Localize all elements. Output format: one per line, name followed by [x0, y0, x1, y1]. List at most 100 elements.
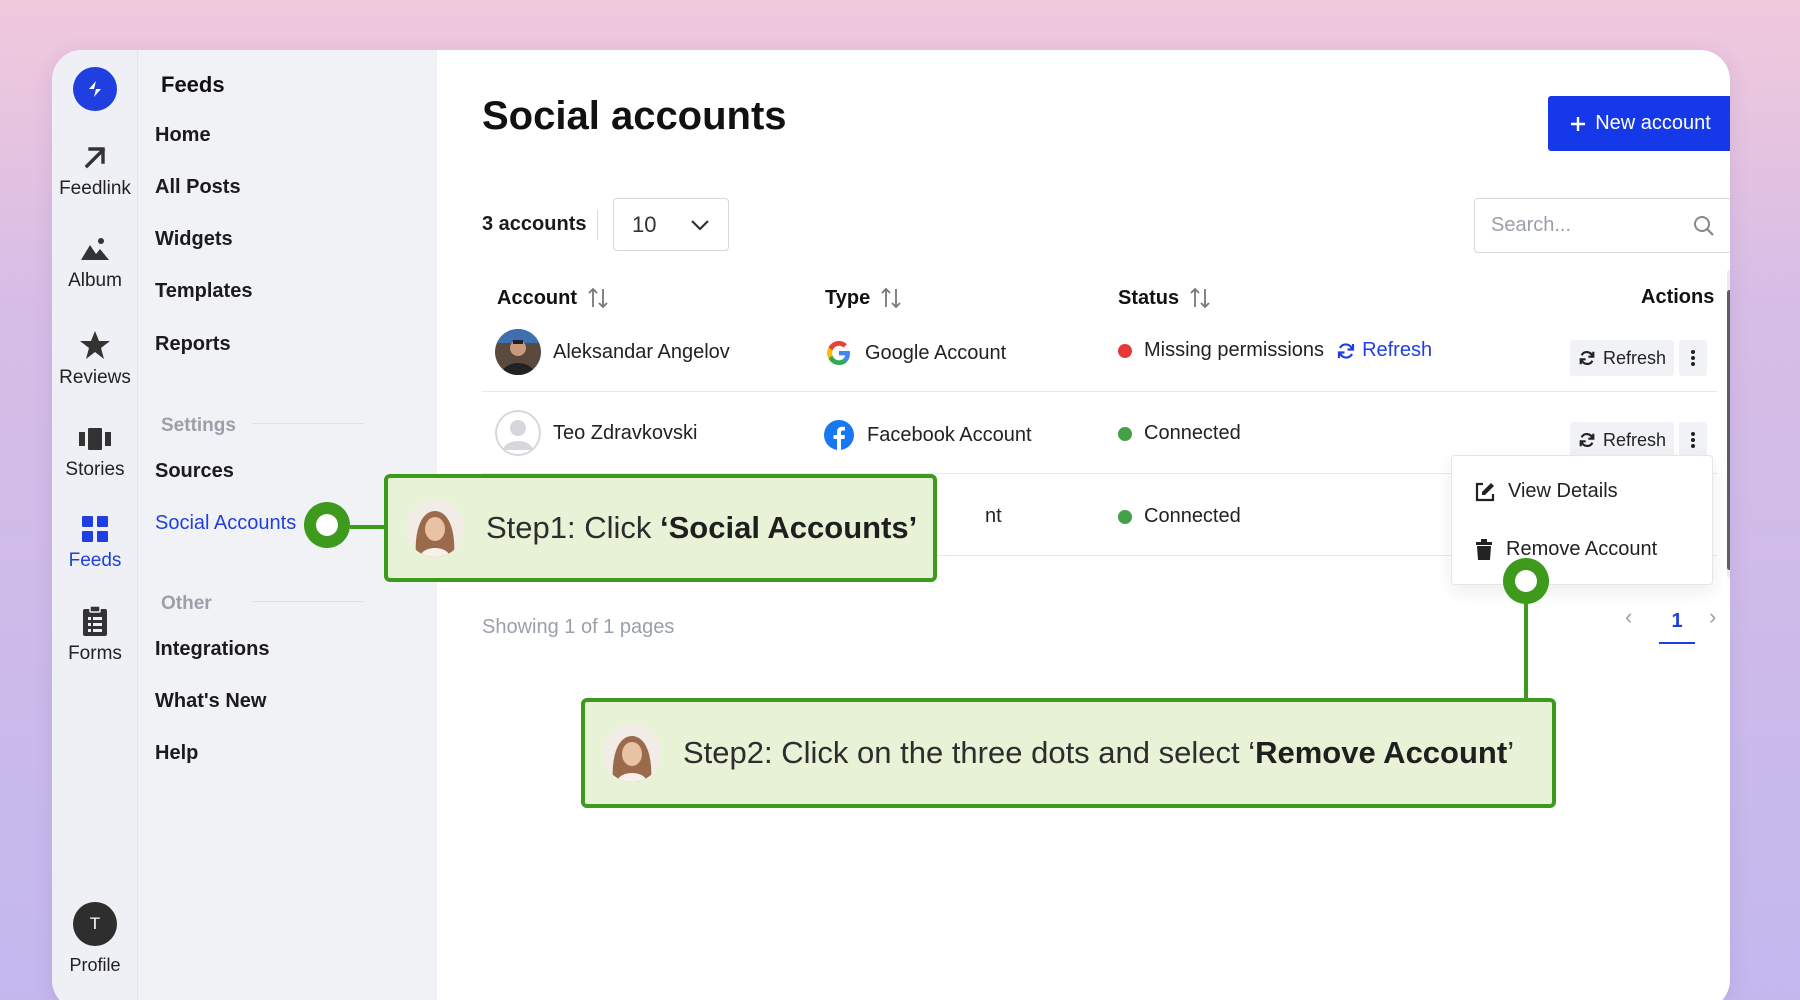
- more-options-button[interactable]: [1679, 422, 1707, 458]
- table-row-type: nt: [985, 505, 1002, 528]
- refresh-button-label: Refresh: [1602, 429, 1667, 450]
- step1-callout: Step1: Click ‘Social Accounts’: [384, 474, 937, 582]
- avatar: [495, 329, 541, 375]
- table-row-status: Connected: [1118, 505, 1241, 528]
- logo-icon[interactable]: [73, 67, 117, 111]
- search-icon: [1694, 215, 1714, 236]
- google-icon: [827, 341, 850, 365]
- more-options-button[interactable]: [1679, 340, 1707, 376]
- edit-icon: [1475, 482, 1495, 501]
- avatar: [495, 410, 541, 456]
- status-text: Connected: [1144, 505, 1241, 527]
- search-input[interactable]: [1491, 214, 1681, 237]
- column-header-actions: Actions: [1641, 286, 1714, 309]
- rail-label: Feedlink: [59, 178, 131, 199]
- column-header-status[interactable]: Status: [1118, 286, 1211, 310]
- guide-avatar: [603, 724, 661, 782]
- table-row-status: Connected: [1118, 422, 1241, 445]
- icon-rail: Feedlink Album Reviews Stories Feeds For…: [52, 50, 138, 1000]
- nav-item-templates[interactable]: Templates: [155, 280, 252, 303]
- nav-item-whats-new[interactable]: What's New: [155, 690, 266, 713]
- divider: [253, 601, 363, 602]
- per-page-select[interactable]: 10: [613, 198, 729, 251]
- account-type: Google Account: [865, 341, 1007, 364]
- rail-item-reviews[interactable]: Reviews: [52, 329, 138, 389]
- column-label: Actions: [1641, 286, 1715, 308]
- sort-icon: [881, 287, 901, 309]
- column-label: Type: [825, 286, 871, 309]
- menu-item-view-details[interactable]: View Details: [1474, 480, 1618, 503]
- guide-avatar: [406, 499, 464, 557]
- pagination-summary: Showing 1 of 1 pages: [482, 616, 675, 638]
- rail-label: Feeds: [68, 550, 122, 571]
- star-icon: [80, 331, 110, 359]
- divider: [482, 391, 1717, 392]
- nav-item-all-posts[interactable]: All Posts: [155, 176, 241, 199]
- nav-item-help[interactable]: Help: [155, 742, 198, 765]
- status-dot-green: [1118, 509, 1132, 524]
- next-page-button[interactable]: ›: [1709, 604, 1716, 630]
- refresh-link[interactable]: Refresh: [1336, 339, 1432, 362]
- divider: [253, 423, 363, 424]
- menu-item-remove-account[interactable]: Remove Account: [1474, 538, 1657, 561]
- stories-icon: [79, 428, 111, 450]
- kebab-icon: [1691, 432, 1695, 448]
- account-actions-menu: View Details Remove Account: [1451, 455, 1713, 585]
- refresh-button-label: Refresh: [1602, 347, 1667, 368]
- per-page-value: 10: [632, 211, 657, 237]
- callout-connector: [350, 525, 386, 529]
- column-header-type[interactable]: Type: [825, 286, 902, 310]
- account-count: 3 accounts: [482, 213, 587, 235]
- scrollbar-thumb[interactable]: [1727, 290, 1730, 570]
- prev-page-button[interactable]: ‹: [1625, 604, 1632, 630]
- refresh-link-label: Refresh: [1362, 339, 1433, 361]
- clipboard-icon: [83, 605, 107, 636]
- status-dot-red: [1118, 343, 1132, 358]
- refresh-icon: [1579, 351, 1595, 365]
- nav-section-settings: Settings: [161, 415, 236, 436]
- sort-icon: [588, 287, 608, 309]
- rail-item-feedlink[interactable]: Feedlink: [52, 142, 138, 200]
- refresh-button[interactable]: Refresh: [1570, 422, 1674, 458]
- nav-item-social-accounts[interactable]: Social Accounts: [155, 512, 296, 535]
- profile-label: Profile: [69, 955, 121, 975]
- step1-text: Step1: Click ‘Social Accounts’: [486, 510, 918, 545]
- new-account-label: New account: [1595, 112, 1711, 134]
- table-row-type: Google Account: [825, 339, 1006, 367]
- rail-label: Reviews: [59, 367, 131, 388]
- rail-label: Forms: [68, 643, 122, 664]
- account-type: Facebook Account: [867, 423, 1032, 446]
- rail-item-forms[interactable]: Forms: [52, 605, 138, 665]
- page-number-button[interactable]: 1: [1659, 600, 1695, 644]
- nav-item-reports[interactable]: Reports: [155, 333, 231, 356]
- nav-item-sources[interactable]: Sources: [155, 460, 234, 483]
- refresh-icon: [1337, 342, 1355, 359]
- rail-item-stories[interactable]: Stories: [52, 423, 138, 481]
- nav-item-integrations[interactable]: Integrations: [155, 638, 269, 661]
- facebook-icon: [824, 420, 854, 450]
- table-row-status: Missing permissions Refresh: [1118, 339, 1432, 362]
- step2-text: Step2: Click on the three dots and selec…: [683, 735, 1515, 770]
- grid-icon: [82, 516, 108, 542]
- avatar[interactable]: T: [73, 902, 117, 946]
- rail-item-feeds[interactable]: Feeds: [52, 514, 138, 572]
- status-text: Connected: [1144, 422, 1241, 444]
- callout-connector: [1524, 600, 1528, 700]
- status-text: Missing permissions: [1144, 339, 1325, 361]
- divider: [597, 210, 598, 240]
- account-name: Teo Zdravkovski: [553, 421, 698, 444]
- table-scrollbar[interactable]: [1727, 270, 1730, 578]
- rail-item-album[interactable]: Album: [52, 234, 138, 292]
- new-account-button[interactable]: New account: [1548, 96, 1730, 151]
- mountain-image-icon: [81, 238, 109, 260]
- step1-marker: [304, 502, 350, 548]
- rail-label: Stories: [65, 459, 125, 480]
- nav-item-widgets[interactable]: Widgets: [155, 228, 233, 251]
- nav-item-home[interactable]: Home: [155, 124, 211, 147]
- plus-icon: [1571, 116, 1586, 131]
- table-row-type: Facebook Account: [823, 419, 1032, 451]
- column-header-account[interactable]: Account: [497, 286, 609, 310]
- step2-callout: Step2: Click on the three dots and selec…: [581, 698, 1556, 808]
- search-field[interactable]: [1474, 198, 1730, 253]
- refresh-button[interactable]: Refresh: [1570, 340, 1674, 376]
